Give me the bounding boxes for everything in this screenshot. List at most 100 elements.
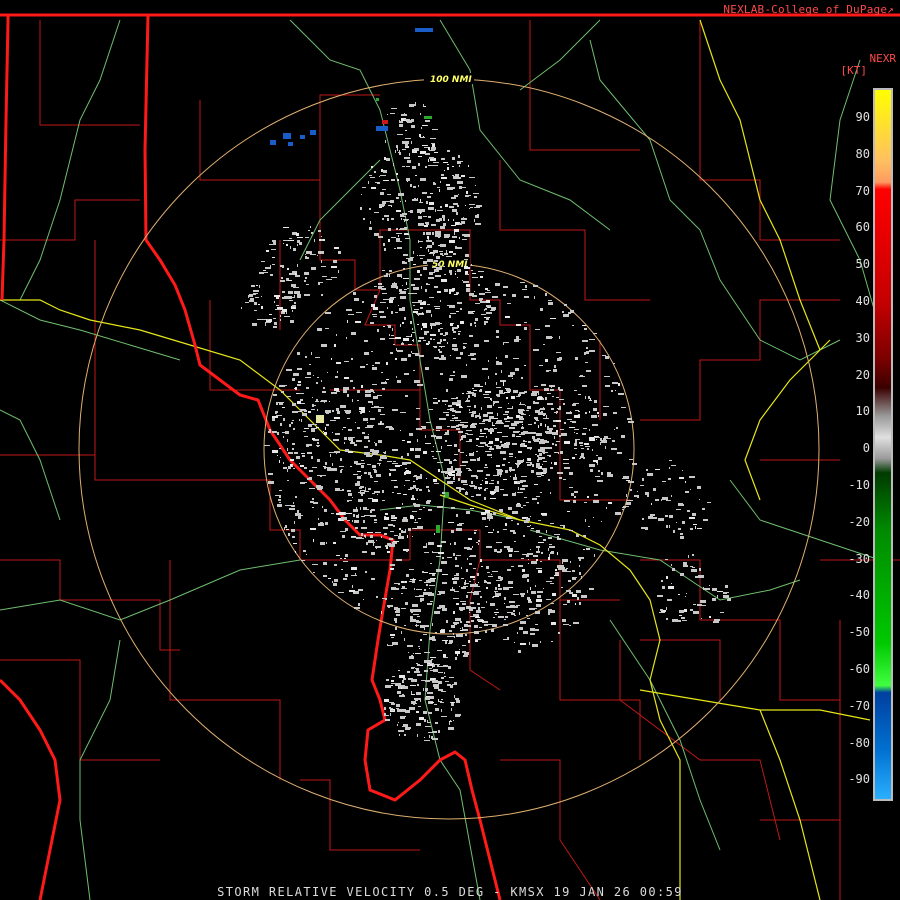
clutter-echo [308,424,314,425]
clutter-echo [438,591,444,592]
clutter-echo [579,376,585,377]
clutter-echo [443,657,448,658]
clutter-echo [415,653,421,654]
clutter-echo [473,390,477,391]
clutter-echo [496,465,500,467]
clutter-echo [393,344,395,345]
clutter-echo [478,543,479,545]
clutter-echo [414,278,420,280]
clutter-echo [536,546,540,548]
clutter-echo [521,476,527,477]
clutter-echo [427,259,433,262]
clutter-echo [623,506,629,507]
clutter-echo [305,237,309,238]
clutter-echo [453,553,455,556]
clutter-echo [563,404,565,405]
clutter-echo [430,334,436,336]
clutter-echo [587,448,589,450]
clutter-echo [514,551,519,552]
clutter-echo [471,414,474,417]
clutter-echo [488,532,493,533]
clutter-echo [289,300,293,301]
clutter-echo [702,508,705,510]
clutter-echo [293,287,299,288]
clutter-echo [593,408,597,411]
clutter-echo [445,440,447,442]
clutter-echo [514,642,515,643]
clutter-echo [486,546,492,548]
clutter-echo [424,670,428,672]
clutter-echo [572,577,576,580]
clutter-echo [556,430,558,432]
clutter-echo [293,502,294,504]
clutter-echo [690,566,693,567]
clutter-echo [427,236,429,239]
clutter-echo [682,620,687,621]
clutter-echo [717,595,718,598]
clutter-echo [469,412,474,413]
clutter-echo [355,527,358,529]
clutter-echo [576,534,579,537]
clutter-echo [412,495,414,498]
clutter-echo [316,445,320,446]
clutter-echo [527,459,528,461]
clutter-echo [456,292,459,294]
clutter-echo [463,586,468,587]
clutter-echo [456,357,461,359]
clutter-echo [480,596,482,598]
clutter-echo [290,320,294,323]
clutter-echo [241,307,242,309]
clutter-echo [283,436,284,438]
clutter-echo [433,429,434,430]
clutter-echo [433,398,437,399]
clutter-echo [364,472,367,474]
clutter-echo [507,408,512,409]
clutter-echo [699,499,700,500]
credit-label[interactable]: NEXLAB-College of DuPage↗ [723,3,894,16]
clutter-echo [380,338,385,340]
clutter-echo [471,313,474,314]
clutter-echo [420,639,422,641]
clutter-echo [470,508,474,509]
clutter-echo [272,450,278,453]
clutter-echo [261,306,263,309]
clutter-echo [392,542,397,544]
clutter-echo [491,629,494,632]
clutter-echo [475,617,480,618]
clutter-echo [465,492,468,495]
clutter-echo [442,608,447,611]
clutter-echo [367,464,371,465]
clutter-echo [423,711,427,714]
clutter-echo [281,391,284,393]
clutter-echo [469,312,471,313]
state-borders [0,13,900,900]
clutter-echo [404,317,406,320]
clutter-echo [466,364,467,366]
clutter-echo [378,409,381,412]
clutter-echo [427,664,430,665]
clutter-echo [434,152,438,153]
clutter-echo [580,375,583,376]
clutter-echo [430,338,432,340]
clutter-echo [543,461,547,462]
clutter-echo [634,495,639,497]
clutter-echo [530,633,535,635]
clutter-echo [435,308,440,309]
clutter-echo [627,418,632,420]
clutter-echo [453,477,455,480]
clutter-echo [445,204,448,207]
clutter-echo [417,684,419,686]
clutter-echo [412,536,413,537]
clutter-echo [429,579,435,582]
clutter-echo [370,425,374,426]
clutter-echo [323,475,326,476]
clutter-echo [495,438,499,441]
clutter-echo [385,513,388,515]
clutter-echo [437,545,442,547]
clutter-echo [436,556,441,557]
clutter-echo [438,689,443,691]
clutter-echo [449,305,455,308]
clutter-echo [351,332,356,335]
clutter-echo [469,208,470,209]
clutter-echo [428,509,432,511]
